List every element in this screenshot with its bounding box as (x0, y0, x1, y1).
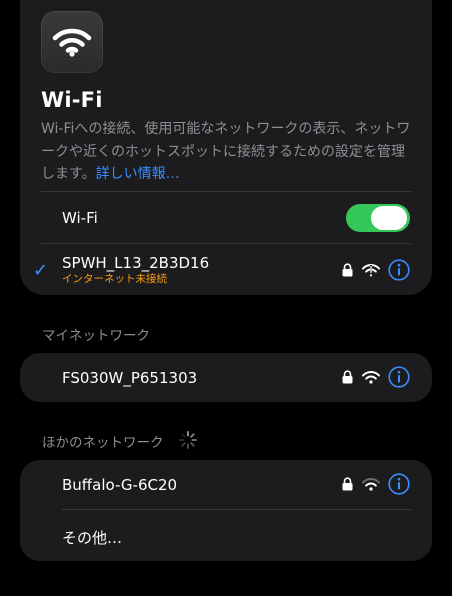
wifi-header-card: Wi-Fi Wi-Fiへの接続、使用可能なネットワークの表示、ネットワークや近く… (20, 0, 432, 295)
info-icon[interactable] (388, 473, 410, 495)
lock-icon (342, 477, 353, 491)
lock-icon (342, 370, 353, 384)
toggle-knob (371, 206, 407, 230)
loading-spinner-icon (179, 431, 197, 449)
wifi-signal-icon (362, 371, 380, 384)
network-name: FS030W_P651303 (62, 369, 198, 387)
my-networks-card: FS030W_P651303 (20, 353, 432, 402)
checkmark-icon: ✓ (33, 260, 49, 281)
page-description: Wi-Fiへの接続、使用可能なネットワークの表示、ネットワークや近くのホットスポ… (41, 118, 413, 186)
divider (41, 243, 411, 244)
wifi-no-internet-icon (362, 264, 380, 277)
more-info-link[interactable]: 詳しい情報… (96, 166, 180, 182)
wifi-icon (52, 28, 92, 57)
wifi-app-icon (41, 11, 103, 73)
other-networks-card: Buffalo-G-6C20 その他… (20, 460, 432, 561)
lock-icon (342, 263, 353, 277)
divider (62, 509, 411, 510)
my-networks-title: マイネットワーク (42, 328, 150, 344)
divider (41, 191, 411, 192)
network-name: Buffalo-G-6C20 (62, 476, 178, 494)
connection-status: インターネット未接続 (62, 273, 167, 285)
wifi-settings-page: Wi-Fi Wi-Fiへの接続、使用可能なネットワークの表示、ネットワークや近く… (0, 0, 452, 596)
info-icon[interactable] (388, 259, 410, 281)
other-networks-title: ほかのネットワーク (42, 435, 164, 451)
info-icon[interactable] (388, 366, 410, 388)
wifi-signal-icon (362, 478, 380, 491)
connected-network-name: SPWH_L13_2B3D16 (62, 254, 210, 272)
wifi-toggle-label: Wi-Fi (62, 209, 98, 227)
page-title: Wi-Fi (41, 88, 103, 112)
wifi-toggle-switch[interactable] (346, 204, 410, 232)
other-network-label: その他… (62, 529, 123, 547)
